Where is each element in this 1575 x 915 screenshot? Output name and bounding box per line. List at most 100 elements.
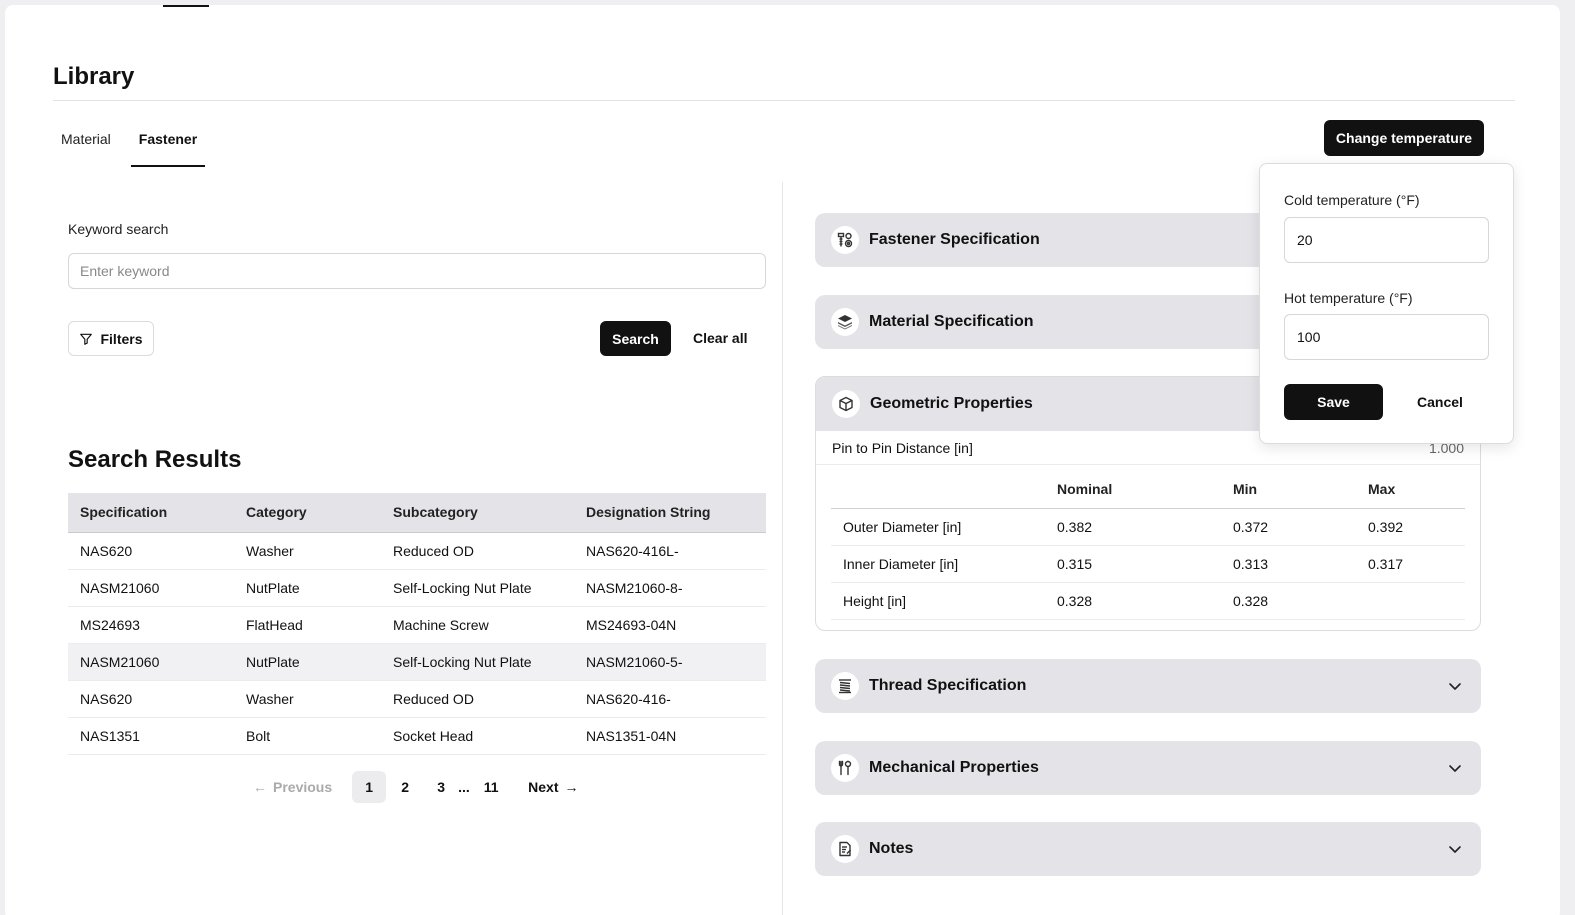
table-row: Height [in] 0.328 0.328 [831,582,1465,620]
keyword-search-label: Keyword search [68,221,169,237]
table-cell: 0.372 [1233,508,1368,546]
table-cell: Washer [234,532,381,570]
keyword-search-input[interactable] [68,253,766,289]
panel-divider [782,182,783,915]
cube-icon [832,390,860,418]
column-header[interactable]: Designation String [574,493,766,533]
arrow-left-icon: ← [253,779,267,795]
table-row[interactable]: NAS620 Washer Reduced OD NAS620-416L- [68,532,766,570]
column-header[interactable]: Specification [68,493,234,533]
table-header-row: Nominal Min Max [831,471,1465,509]
table-cell: NAS620 [68,532,234,570]
filters-button-label: Filters [100,330,143,347]
table-cell: NASM21060-5- [574,643,766,681]
table-row[interactable]: NASM21060 NutPlate Self-Locking Nut Plat… [68,643,766,681]
accordion-mechanical-properties[interactable]: Mechanical Properties [815,741,1481,795]
previous-label: Previous [273,779,333,795]
table-cell: NAS620-416L- [574,532,766,570]
table-cell: NAS620 [68,680,234,718]
page-button-3[interactable]: 3 [424,771,458,803]
search-button[interactable]: Search [600,321,671,356]
table-cell: 0.382 [1057,508,1233,546]
table-cell: NutPlate [234,569,381,607]
column-header [831,471,1057,509]
table-cell: 0.313 [1233,545,1368,583]
column-header: Min [1233,471,1368,509]
previous-page-button[interactable]: ← Previous [253,779,332,795]
table-cell: Bolt [234,717,381,755]
chevron-down-icon[interactable] [1447,678,1463,699]
tools-icon [831,754,859,782]
table-cell: FlatHead [234,606,381,644]
pin-to-pin-label: Pin to Pin Distance [in] [832,439,973,456]
table-cell: Socket Head [381,717,574,755]
cold-temperature-input[interactable] [1284,217,1489,263]
layers-icon [831,308,859,336]
table-cell: NASM21060-8- [574,569,766,607]
cold-temperature-label: Cold temperature (°F) [1284,192,1420,208]
cancel-button[interactable]: Cancel [1417,394,1463,410]
table-row[interactable]: MS24693 FlatHead Machine Screw MS24693-0… [68,606,766,644]
search-results-table: Specification Category Subcategory Desig… [68,493,766,755]
pagination: ← Previous 1 2 3 ... 11 Next → [253,771,579,803]
accordion-title: Geometric Properties [870,395,1033,412]
title-divider [53,100,1515,101]
table-cell: Outer Diameter [in] [831,508,1057,546]
arrow-right-icon: → [564,779,579,795]
accordion-notes[interactable]: Notes [815,822,1481,876]
notes-icon [831,835,859,863]
accordion-thread-specification[interactable]: Thread Specification [815,659,1481,713]
page-button-last[interactable]: 11 [474,771,508,803]
column-header: Nominal [1057,471,1233,509]
chevron-down-icon[interactable] [1447,841,1463,862]
table-row: Inner Diameter [in] 0.315 0.313 0.317 [831,545,1465,583]
table-cell: Reduced OD [381,532,574,570]
table-row[interactable]: NASM21060 NutPlate Self-Locking Nut Plat… [68,569,766,607]
tab-fastener[interactable]: Fastener [130,123,206,167]
column-header[interactable]: Subcategory [381,493,574,533]
table-cell: Self-Locking Nut Plate [381,569,574,607]
page-button-1[interactable]: 1 [352,771,387,803]
accordion-title: Thread Specification [869,677,1027,694]
chevron-down-icon[interactable] [1447,760,1463,781]
table-cell [1368,582,1465,620]
filters-button[interactable]: Filters [68,321,154,356]
hot-temperature-label: Hot temperature (°F) [1284,290,1413,306]
pagination-ellipsis: ... [458,779,470,795]
table-cell: Machine Screw [381,606,574,644]
table-cell: NutPlate [234,643,381,681]
next-page-button[interactable]: Next → [528,779,578,795]
accordion-title: Material Specification [869,313,1034,330]
table-cell: 0.315 [1057,545,1233,583]
tab-bar: Material Fastener [53,123,217,167]
table-cell: MS24693-04N [574,606,766,644]
table-cell: 0.317 [1368,545,1465,583]
table-cell: Reduced OD [381,680,574,718]
column-header[interactable]: Category [234,493,381,533]
table-row[interactable]: NAS1351 Bolt Socket Head NAS1351-04N [68,717,766,755]
thread-icon [831,672,859,700]
tab-material[interactable]: Material [53,123,119,167]
table-header-row: Specification Category Subcategory Desig… [68,493,766,533]
hot-temperature-input[interactable] [1284,314,1489,360]
page-title: Library [53,63,135,90]
table-row: Outer Diameter [in] 0.382 0.372 0.392 [831,508,1465,546]
accordion-title: Fastener Specification [869,231,1040,248]
table-cell: NAS620-416- [574,680,766,718]
top-nav-indicator [163,5,209,7]
filter-icon [79,332,93,346]
table-row[interactable]: NAS620 Washer Reduced OD NAS620-416- [68,680,766,718]
table-cell: Inner Diameter [in] [831,545,1057,583]
page-button-2[interactable]: 2 [388,771,422,803]
table-cell: NAS1351-04N [574,717,766,755]
accordion-title: Mechanical Properties [869,759,1039,776]
change-temperature-button[interactable]: Change temperature [1324,120,1484,156]
search-results-title: Search Results [68,446,242,473]
table-cell: 0.328 [1057,582,1233,620]
clear-all-button[interactable]: Clear all [693,330,747,346]
table-cell: Self-Locking Nut Plate [381,643,574,681]
table-cell: Washer [234,680,381,718]
app-frame: Library Material Fastener Change tempera… [5,5,1560,915]
fastener-icon [831,226,859,254]
save-button[interactable]: Save [1284,384,1383,420]
